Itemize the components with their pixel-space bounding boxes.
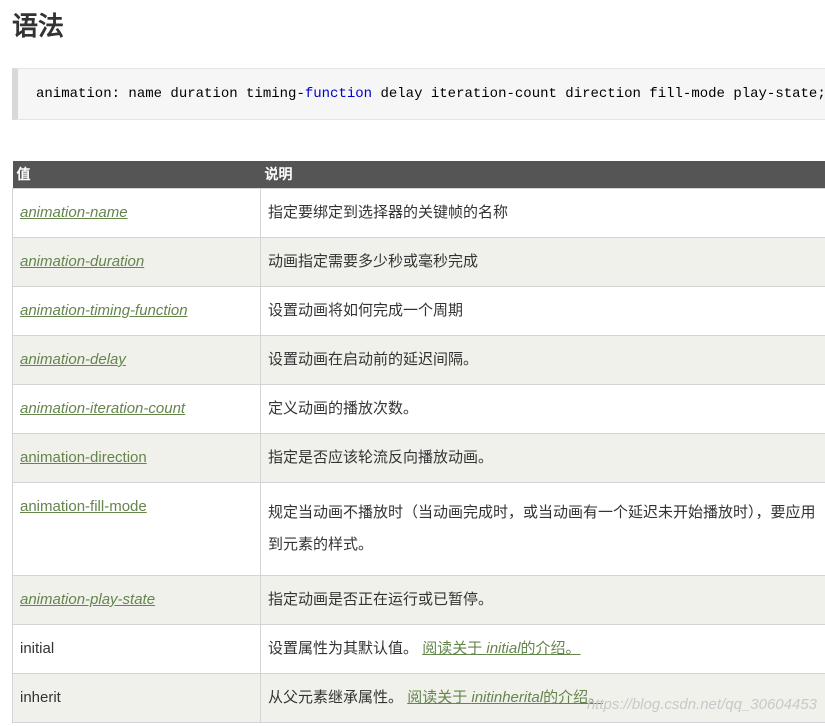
read-about-inherit-link[interactable]: 阅读关于 initinherital的介绍。 bbox=[407, 689, 603, 706]
description-cell: 规定当动画不播放时（当动画完成时，或当动画有一个延迟未开始播放时），要应用到元素… bbox=[260, 482, 825, 576]
description-cell: 设置动画将如何完成一个周期 bbox=[260, 286, 825, 336]
animation-duration-link[interactable]: animation-duration bbox=[20, 253, 144, 270]
animation-values-table: 值 说明 animation-name 指定要绑定到选择器的关键帧的名称 ani… bbox=[12, 161, 825, 723]
table-row: animation-name 指定要绑定到选择器的关键帧的名称 bbox=[12, 188, 825, 238]
value-cell: animation-delay bbox=[12, 335, 261, 385]
description-cell: 指定是否应该轮流反向播放动画。 bbox=[260, 433, 825, 483]
value-cell: animation-play-state bbox=[12, 575, 261, 625]
table-row: animation-iteration-count 定义动画的播放次数。 bbox=[12, 384, 825, 434]
value-cell: animation-duration bbox=[12, 237, 261, 287]
watermark: https://blog.csdn.net/qq_30604453 bbox=[586, 696, 817, 713]
animation-play-state-link[interactable]: animation-play-state bbox=[20, 591, 155, 608]
description-cell: 定义动画的播放次数。 bbox=[260, 384, 825, 434]
table-row: animation-timing-function 设置动画将如何完成一个周期 bbox=[12, 286, 825, 336]
syntax-code-before: animation: name duration timing- bbox=[36, 86, 305, 102]
animation-direction-link[interactable]: animation-direction bbox=[20, 449, 147, 466]
description-cell: 指定要绑定到选择器的关键帧的名称 bbox=[260, 188, 825, 238]
description-cell: 设置属性为其默认值。 阅读关于 initial的介绍。 bbox=[260, 624, 825, 674]
link-suffix: 的介绍。 bbox=[520, 640, 581, 657]
value-cell: animation-fill-mode bbox=[12, 482, 261, 576]
read-about-initial-link[interactable]: 阅读关于 initial的介绍。 bbox=[422, 640, 580, 657]
animation-iteration-count-link[interactable]: animation-iteration-count bbox=[20, 400, 185, 417]
link-prefix: 阅读关于 bbox=[407, 689, 472, 706]
value-initial: initial bbox=[20, 640, 55, 657]
link-prefix: 阅读关于 bbox=[422, 640, 487, 657]
header-value: 值 bbox=[12, 161, 261, 189]
description-cell: 指定动画是否正在运行或已暂停。 bbox=[260, 575, 825, 625]
table-row: animation-fill-mode 规定当动画不播放时（当动画完成时，或当动… bbox=[12, 482, 825, 576]
value-inherit: inherit bbox=[20, 689, 61, 706]
value-cell: animation-iteration-count bbox=[12, 384, 261, 434]
animation-fill-mode-link[interactable]: animation-fill-mode bbox=[20, 498, 147, 515]
page-heading: 语法 bbox=[12, 11, 65, 41]
syntax-code-keyword: function bbox=[304, 86, 373, 102]
animation-delay-link[interactable]: animation-delay bbox=[20, 351, 126, 368]
animation-timing-function-link[interactable]: animation-timing-function bbox=[20, 302, 188, 319]
description-cell: 设置动画在启动前的延迟间隔。 bbox=[260, 335, 825, 385]
table-row: animation-delay 设置动画在启动前的延迟间隔。 bbox=[12, 335, 825, 385]
value-cell: animation-direction bbox=[12, 433, 261, 483]
link-keyword: initial bbox=[486, 640, 521, 657]
table-row: animation-duration 动画指定需要多少秒或毫秒完成 bbox=[12, 237, 825, 287]
animation-name-link[interactable]: animation-name bbox=[20, 204, 128, 221]
syntax-code-block: animation: name duration timing-function… bbox=[12, 68, 825, 120]
table-row: animation-direction 指定是否应该轮流反向播放动画。 bbox=[12, 433, 825, 483]
value-cell: inherit bbox=[12, 673, 261, 723]
description-text: 设置属性为其默认值。 bbox=[268, 640, 419, 657]
description-text: 从父元素继承属性。 bbox=[268, 689, 404, 706]
description-cell: 动画指定需要多少秒或毫秒完成 bbox=[260, 237, 825, 287]
value-cell: animation-timing-function bbox=[12, 286, 261, 336]
value-cell: animation-name bbox=[12, 188, 261, 238]
value-cell: initial bbox=[12, 624, 261, 674]
syntax-code-after: delay iteration-count direction fill-mod… bbox=[372, 86, 825, 102]
link-keyword: initinherital bbox=[471, 689, 544, 706]
table-row: animation-play-state 指定动画是否正在运行或已暂停。 bbox=[12, 575, 825, 625]
header-description: 说明 bbox=[260, 161, 825, 189]
table-row: initial 设置属性为其默认值。 阅读关于 initial的介绍。 bbox=[12, 624, 825, 674]
table-header-row: 值 说明 bbox=[12, 161, 825, 189]
